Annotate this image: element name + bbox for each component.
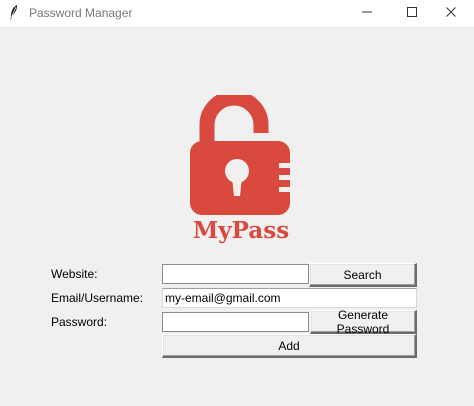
mypass-logo: MyPass xyxy=(185,90,295,245)
search-button[interactable]: Search xyxy=(309,263,417,287)
generate-password-button[interactable]: Generate Password xyxy=(310,308,417,336)
feather-icon xyxy=(9,4,19,22)
window-title: Password Manager xyxy=(29,6,133,20)
email-input[interactable] xyxy=(162,288,417,308)
email-label: Email/Username: xyxy=(51,291,144,305)
add-button[interactable]: Add xyxy=(162,334,417,358)
close-button[interactable] xyxy=(428,0,474,27)
maximize-icon xyxy=(406,6,418,21)
website-label: Website: xyxy=(51,267,98,281)
password-input[interactable] xyxy=(162,312,309,332)
minimize-icon xyxy=(361,6,373,21)
password-manager-window: Password Manager MyPass Website: Email/U… xyxy=(0,0,474,406)
open-padlock-icon: MyPass xyxy=(190,90,293,244)
minimize-button[interactable] xyxy=(344,0,390,27)
website-input[interactable] xyxy=(162,264,309,284)
logo-wordmark: MyPass xyxy=(193,217,289,244)
title-bar[interactable]: Password Manager xyxy=(0,0,474,28)
password-label: Password: xyxy=(51,315,108,329)
close-icon xyxy=(445,6,457,21)
